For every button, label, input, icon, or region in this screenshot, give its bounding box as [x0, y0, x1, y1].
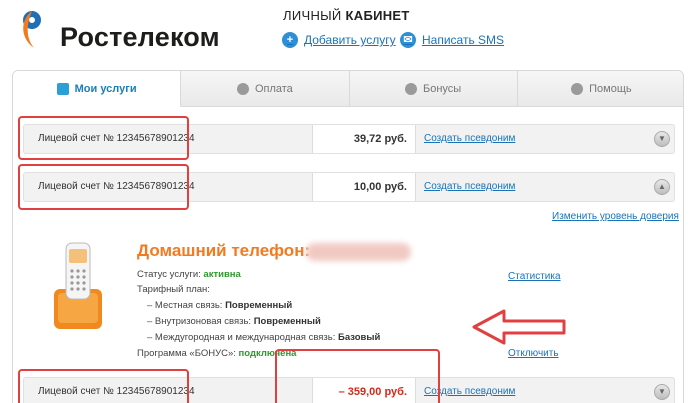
write-sms-link[interactable]: ✉ Написать SMS: [400, 32, 504, 48]
tab-my-services[interactable]: Мои услуги: [13, 71, 182, 107]
home-phone-image: [54, 242, 102, 329]
chevron-up-icon[interactable]: ▲: [654, 179, 670, 195]
tariff-local: – Местная связь: Повременный: [147, 300, 293, 311]
disable-bonus-link[interactable]: Отключить: [508, 348, 559, 359]
plus-icon: +: [282, 32, 298, 48]
chevron-down-icon[interactable]: ▼: [654, 384, 670, 400]
tab-payment[interactable]: Оплата: [181, 71, 350, 107]
tariff-intl: – Междугородная и международная связь: Б…: [147, 332, 381, 343]
gear-icon: [405, 82, 418, 95]
tab-help[interactable]: Помощь: [517, 71, 683, 107]
question-icon: [571, 82, 584, 95]
highlight-box: [18, 369, 189, 403]
service-status: Статус услуги: активна: [137, 269, 241, 280]
account-balance: 39,72 руб.: [312, 125, 416, 153]
rostelecom-logo-icon: [23, 11, 41, 48]
globe-icon: [236, 82, 249, 95]
tariff-zone: – Внутризоновая связь: Повременный: [147, 316, 321, 327]
bonus-program-status: Программа «БОНУС»: подключена: [137, 348, 297, 359]
service-title: Домашний телефон:: [137, 241, 311, 260]
tariff-plan-label: Тарифный план:: [137, 284, 210, 295]
change-trust-level-link[interactable]: Изменить уровень доверия: [552, 211, 679, 222]
page-title: ЛИЧНЫЙ КАБИНЕТ: [283, 8, 410, 23]
add-service-link[interactable]: + Добавить услугу: [282, 32, 396, 48]
highlight-box: [275, 349, 440, 403]
chat-icon: ✉: [400, 32, 416, 48]
highlight-box: [18, 116, 189, 160]
home-icon: [56, 82, 69, 95]
chevron-down-icon[interactable]: ▼: [654, 131, 670, 147]
tab-bonuses[interactable]: Бонусы: [349, 71, 518, 107]
highlight-box: [18, 164, 189, 210]
create-alias-link[interactable]: Создать псевдоним: [424, 133, 515, 144]
create-alias-link[interactable]: Создать псевдоним: [424, 181, 515, 192]
arrow-left-icon: [472, 309, 566, 345]
tab-bar: Мои услуги Оплата Бонусы Помощь: [13, 71, 683, 107]
statistics-link[interactable]: Статистика: [508, 271, 561, 282]
account-balance: 10,00 руб.: [312, 173, 416, 201]
brand-name: Ростелеком: [60, 22, 220, 52]
rostelecom-logo[interactable]: Ростелеком: [12, 8, 220, 58]
redacted-phone-number: [306, 243, 411, 261]
